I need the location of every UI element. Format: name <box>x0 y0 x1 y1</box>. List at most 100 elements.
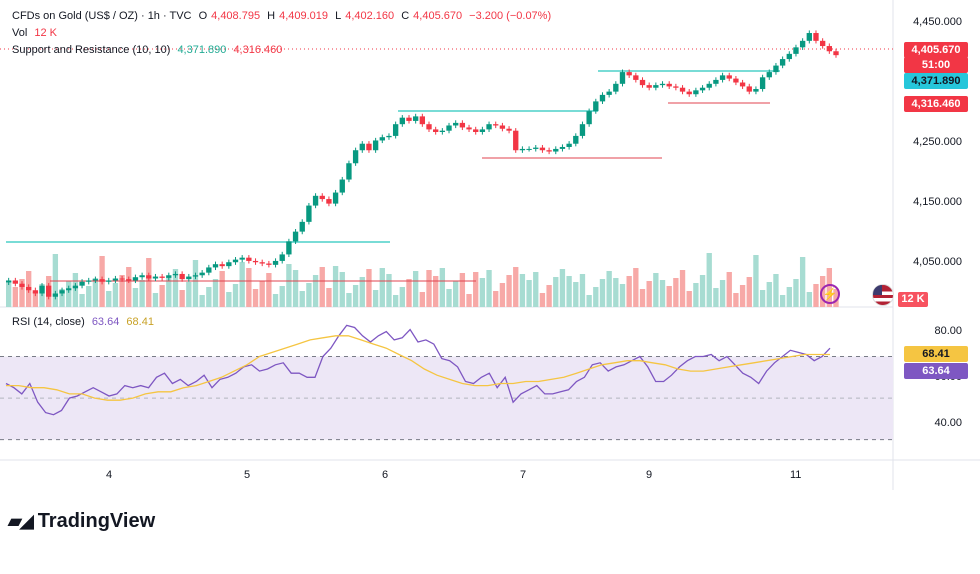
candle-body <box>386 135 392 138</box>
date-axis-label: 5 <box>244 469 251 481</box>
candle-body <box>746 86 752 92</box>
candle-body <box>799 40 806 48</box>
candle-body <box>252 260 259 263</box>
date-axis-label: 9 <box>646 469 653 481</box>
volume-bar <box>513 267 519 307</box>
volume-bar <box>192 260 199 307</box>
symbol-title[interactable]: CFDs on Gold (US$ / OZ) · 1h · TVC <box>12 10 192 22</box>
candle-body <box>79 281 85 286</box>
volume-bar <box>219 271 225 307</box>
us-flag-icon[interactable] <box>872 284 894 306</box>
volume-bar <box>519 274 526 307</box>
volume-bar <box>332 266 339 307</box>
volume-bar <box>66 281 72 307</box>
volume-bar <box>779 295 786 307</box>
volume-bar <box>466 294 472 307</box>
tradingview-logo[interactable]: ▰◢ TradingView <box>8 510 155 533</box>
volume-label[interactable]: Vol <box>12 27 27 39</box>
candle-body <box>39 285 45 294</box>
candle-body <box>32 290 39 294</box>
resistance-tag: 4,371.890 <box>904 73 968 89</box>
volume-bar <box>726 272 732 307</box>
candle-body <box>679 87 686 92</box>
volume-bar <box>673 278 679 307</box>
volume-bar <box>339 272 345 307</box>
candle-body <box>426 124 432 130</box>
candle-body <box>433 129 439 132</box>
candle-body <box>286 241 292 255</box>
candle-body <box>146 275 152 279</box>
high-value: 4,409.019 <box>279 10 329 22</box>
volume-bar <box>299 291 305 307</box>
volume-bar <box>699 275 706 307</box>
volume-bar <box>319 267 325 307</box>
rsi-axis-label: 80.00 <box>934 325 962 337</box>
volume-bar <box>12 287 19 307</box>
volume-bar <box>793 279 799 307</box>
date-axis-label: 7 <box>520 469 527 481</box>
low-label: L <box>335 10 342 22</box>
volume-bar <box>199 295 205 307</box>
volume-bar <box>719 280 726 307</box>
candle-body <box>713 79 719 84</box>
open-value: 4,408.795 <box>211 10 261 22</box>
rsi-label[interactable]: RSI (14, close) <box>12 316 85 328</box>
volume-bar <box>473 272 479 307</box>
chart-frame[interactable]: CFDs on Gold (US$ / OZ) · 1h · TVC O 4,40… <box>0 0 980 490</box>
volume-bar <box>566 276 572 307</box>
volume-bar <box>106 291 112 307</box>
volume-bar <box>399 287 405 307</box>
candle-body <box>826 46 832 52</box>
chart-canvas[interactable] <box>0 0 980 490</box>
candle-body <box>299 221 305 232</box>
candle-body <box>566 143 572 147</box>
volume-bar <box>446 289 452 307</box>
candle-body <box>813 33 819 41</box>
candle-body <box>473 129 479 132</box>
candle-body <box>706 83 712 88</box>
candle-body <box>279 254 285 261</box>
volume-bar <box>593 287 599 307</box>
candle-body <box>766 72 772 78</box>
volume-bar <box>619 284 626 307</box>
volume-bar <box>633 268 639 307</box>
sr-label[interactable]: Support and Resistance (10, 10) <box>12 44 170 56</box>
candle-body <box>586 111 592 125</box>
candle-body <box>206 267 212 273</box>
candle-body <box>446 125 452 131</box>
support-tag: 4,316.460 <box>904 96 968 112</box>
candle-body <box>412 116 419 121</box>
volume-bar <box>786 287 792 307</box>
candle-body <box>559 146 566 149</box>
candle-body <box>459 122 466 128</box>
volume-bar <box>279 286 285 307</box>
candle-body <box>573 135 579 144</box>
candle-body <box>352 150 359 164</box>
candle-body <box>553 148 559 152</box>
candle-body <box>466 127 472 130</box>
candle-body <box>753 89 759 92</box>
volume-bar <box>533 272 539 307</box>
price-axis-label: 4,450.000 <box>913 16 962 28</box>
volume-bar <box>132 288 139 307</box>
close-label: C <box>401 10 410 22</box>
candle-body <box>359 143 365 151</box>
volume-bar <box>759 290 766 307</box>
candle-body <box>733 78 739 83</box>
volume-bar <box>659 280 666 307</box>
volume-bar <box>706 253 712 307</box>
candle-body <box>219 264 225 267</box>
volume-bar <box>139 280 145 307</box>
candle-body <box>486 124 492 130</box>
candle-body <box>793 47 799 54</box>
candle-body <box>92 279 99 281</box>
candle-body <box>46 285 52 297</box>
candle-body <box>59 290 65 294</box>
candle-body <box>166 275 172 278</box>
economic-event-icon[interactable]: ⚡ <box>820 284 840 304</box>
candle-body <box>139 275 145 278</box>
volume-bar <box>713 288 719 307</box>
candle-body <box>339 179 345 193</box>
volume-bar <box>212 279 219 307</box>
volume-bar <box>539 293 546 307</box>
